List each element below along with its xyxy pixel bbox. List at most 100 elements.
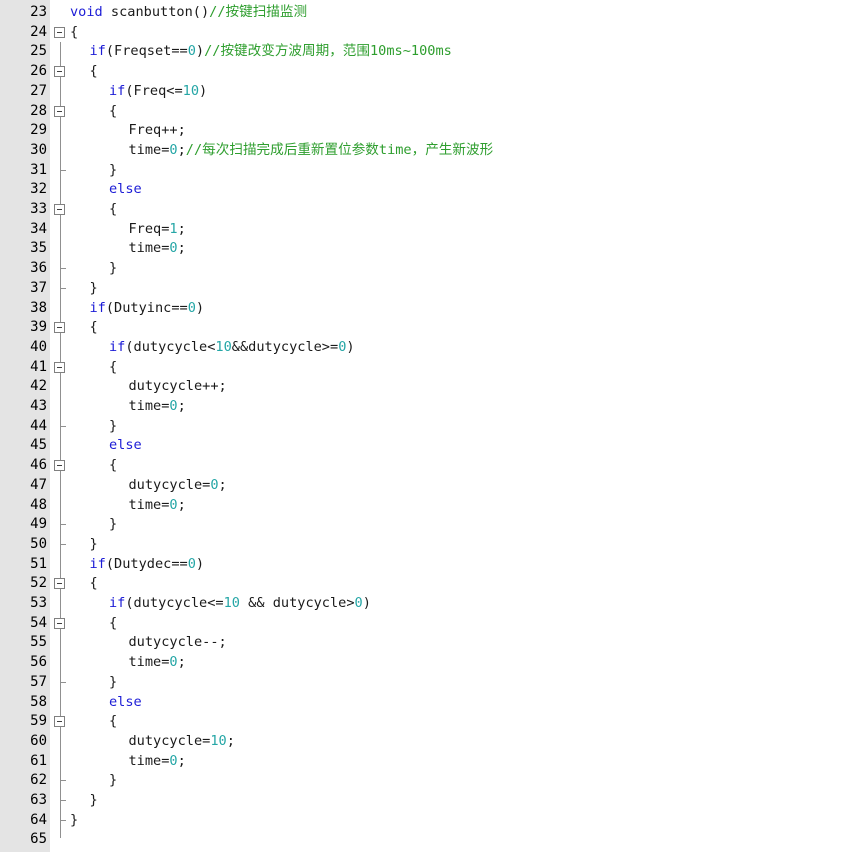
- code-line[interactable]: 32 else: [0, 180, 865, 200]
- code-text[interactable]: time=0;: [129, 239, 186, 259]
- code-line[interactable]: 55 dutycycle--;: [0, 633, 865, 653]
- code-text[interactable]: dutycycle--;: [129, 633, 227, 653]
- code-line[interactable]: 44}: [0, 416, 865, 437]
- code-line[interactable]: 62}: [0, 771, 865, 791]
- code-line[interactable]: 58 else: [0, 693, 865, 713]
- code-line[interactable]: 38 if(Dutyinc==0): [0, 299, 865, 319]
- code-editor[interactable]: 23 void scanbutton()//按键扫描监测 24{25 if(Freqs…: [0, 0, 865, 852]
- code-line[interactable]: 52 {: [0, 574, 865, 594]
- code-text[interactable]: else: [109, 180, 142, 200]
- code-text[interactable]: {: [90, 318, 98, 338]
- line-number: 55: [30, 634, 47, 651]
- fold-collapse-icon[interactable]: [54, 322, 65, 334]
- code-text[interactable]: {: [109, 200, 117, 220]
- code-text[interactable]: }: [70, 811, 78, 831]
- code-line[interactable]: 51 if(Dutydec==0): [0, 555, 865, 575]
- code-text[interactable]: {: [109, 358, 117, 378]
- code-text[interactable]: Freq++;: [129, 121, 186, 141]
- code-text[interactable]: }: [109, 515, 117, 535]
- code-line[interactable]: 35 time=0;: [0, 239, 865, 259]
- code-line[interactable]: 39 {: [0, 318, 865, 338]
- code-line[interactable]: 61 time=0;: [0, 752, 865, 772]
- code-text[interactable]: if(Freq<=10): [109, 82, 207, 102]
- code-line[interactable]: 57}: [0, 672, 865, 693]
- code-line[interactable]: 30 time=0;//每次扫描完成后重新置位参数time，产生新波形: [0, 141, 865, 161]
- fold-collapse-icon[interactable]: [54, 204, 65, 215]
- fold-collapse-icon[interactable]: [54, 361, 65, 373]
- code-line[interactable]: 26 {: [0, 62, 865, 82]
- code-line[interactable]: 34 Freq=1;: [0, 220, 865, 240]
- code-text[interactable]: {: [90, 574, 98, 594]
- code-line[interactable]: 59 {: [0, 712, 865, 732]
- code-line[interactable]: 56 time=0;: [0, 653, 865, 673]
- code-line[interactable]: 48 time=0;: [0, 496, 865, 516]
- code-text[interactable]: }: [109, 259, 117, 279]
- code-line[interactable]: 54 {: [0, 614, 865, 634]
- code-text[interactable]: if(Dutydec==0): [90, 555, 205, 575]
- code-token: ): [195, 43, 205, 60]
- fold-collapse-icon[interactable]: [54, 105, 65, 117]
- code-text[interactable]: else: [109, 436, 142, 456]
- fold-collapse-icon[interactable]: [54, 460, 65, 472]
- code-line[interactable]: 46 {: [0, 456, 865, 476]
- code-line[interactable]: 24 {: [0, 23, 865, 43]
- fold-collapse-icon[interactable]: [54, 66, 65, 78]
- code-text[interactable]: dutycycle=0;: [129, 476, 227, 496]
- code-text[interactable]: }: [109, 161, 117, 181]
- code-line[interactable]: 49}: [0, 515, 865, 535]
- code-line[interactable]: 37}: [0, 278, 865, 299]
- code-line[interactable]: 40 if(dutycycle<10&&dutycycle>=0): [0, 338, 865, 358]
- code-line[interactable]: 36}: [0, 259, 865, 279]
- code-line[interactable]: 41 {: [0, 358, 865, 378]
- code-line[interactable]: 50}: [0, 534, 865, 555]
- code-text[interactable]: dutycycle++;: [129, 377, 227, 397]
- code-token: (Freq<=: [125, 82, 183, 99]
- code-text[interactable]: }: [109, 771, 117, 791]
- code-line[interactable]: 65: [0, 830, 865, 850]
- code-line[interactable]: 33 {: [0, 200, 865, 220]
- code-line[interactable]: 60 dutycycle=10;: [0, 732, 865, 752]
- code-line[interactable]: 47 dutycycle=0;: [0, 476, 865, 496]
- code-text[interactable]: if(dutycycle<=10 && dutycycle>0): [109, 594, 371, 614]
- code-text[interactable]: Freq=1;: [129, 220, 186, 240]
- fold-collapse-icon[interactable]: [54, 26, 65, 38]
- code-text[interactable]: }: [90, 535, 98, 555]
- code-line[interactable]: 27 if(Freq<=10): [0, 82, 865, 102]
- fold-collapse-icon[interactable]: [54, 578, 65, 590]
- code-text[interactable]: }: [109, 417, 117, 437]
- fold-end-marker-icon: [60, 791, 66, 801]
- code-line[interactable]: 43 time=0;: [0, 397, 865, 417]
- code-text[interactable]: if(Freqset==0)//按键改变方波周期，范围10ms~100ms: [90, 42, 452, 62]
- code-line[interactable]: 25 if(Freqset==0)//按键改变方波周期，范围10ms~100ms: [0, 42, 865, 62]
- code-line[interactable]: 64}: [0, 810, 865, 831]
- code-text[interactable]: time=0;: [129, 653, 186, 673]
- code-line[interactable]: 45 else: [0, 436, 865, 456]
- code-text[interactable]: dutycycle=10;: [129, 732, 235, 752]
- code-line[interactable]: 23 void scanbutton()//按键扫描监测: [0, 3, 865, 23]
- fold-collapse-icon[interactable]: [54, 617, 65, 629]
- code-text[interactable]: if(Dutyinc==0): [90, 299, 205, 319]
- code-text[interactable]: if(dutycycle<10&&dutycycle>=0): [109, 338, 355, 358]
- code-text[interactable]: {: [70, 23, 78, 43]
- fold-collapse-icon[interactable]: [54, 716, 65, 728]
- code-line[interactable]: 53 if(dutycycle<=10 && dutycycle>0): [0, 594, 865, 614]
- code-text[interactable]: }: [90, 791, 98, 811]
- code-text[interactable]: else: [109, 693, 142, 713]
- code-line[interactable]: 31}: [0, 160, 865, 181]
- code-text[interactable]: {: [109, 712, 117, 732]
- code-text[interactable]: time=0;: [129, 496, 186, 516]
- code-text[interactable]: time=0;: [129, 397, 186, 417]
- code-text[interactable]: time=0;//每次扫描完成后重新置位参数time，产生新波形: [129, 141, 494, 161]
- code-text[interactable]: void scanbutton()//按键扫描监测: [70, 3, 307, 23]
- code-text[interactable]: }: [109, 673, 117, 693]
- code-text[interactable]: {: [109, 614, 117, 634]
- code-text[interactable]: {: [109, 102, 117, 122]
- code-text[interactable]: {: [90, 62, 98, 82]
- code-line[interactable]: 29 Freq++;: [0, 121, 865, 141]
- code-line[interactable]: 63}: [0, 791, 865, 811]
- code-text[interactable]: time=0;: [129, 752, 186, 772]
- code-text[interactable]: {: [109, 456, 117, 476]
- code-line[interactable]: 28 {: [0, 102, 865, 122]
- code-line[interactable]: 42 dutycycle++;: [0, 377, 865, 397]
- code-text[interactable]: }: [90, 279, 98, 299]
